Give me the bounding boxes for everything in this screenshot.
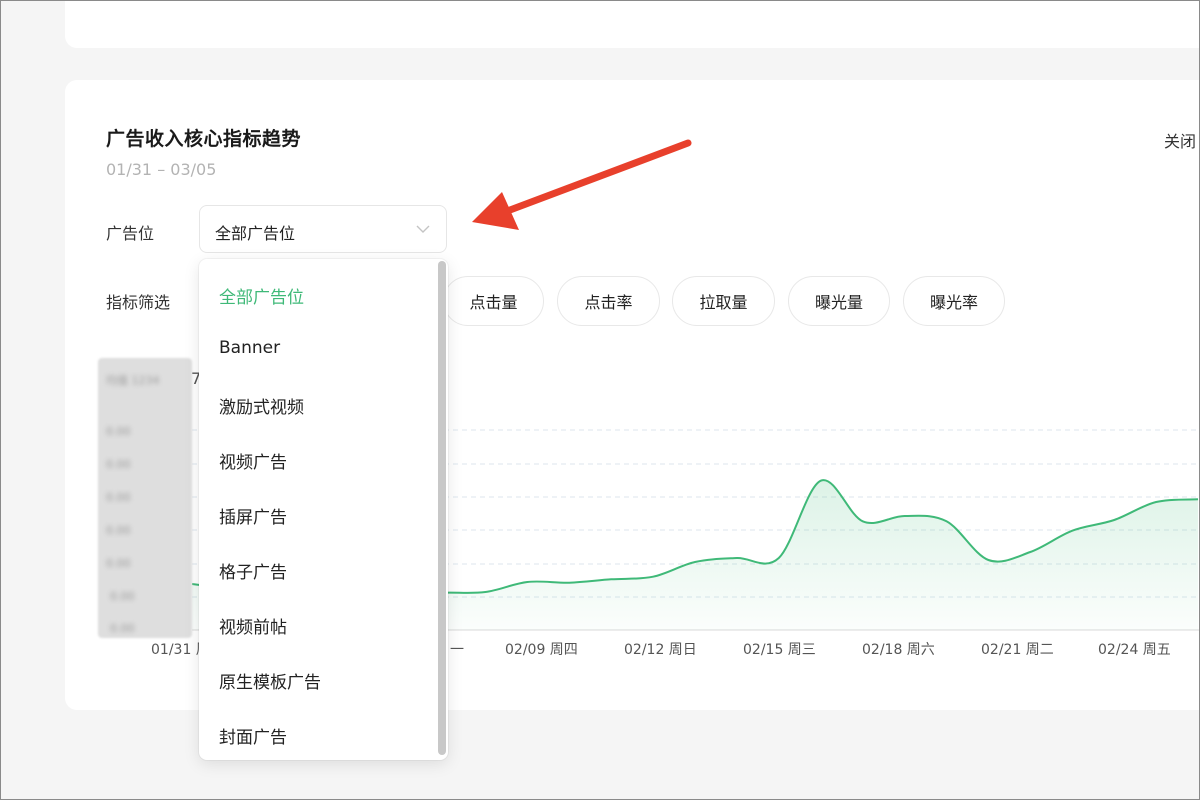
- annotation-arrow-icon: [472, 139, 692, 230]
